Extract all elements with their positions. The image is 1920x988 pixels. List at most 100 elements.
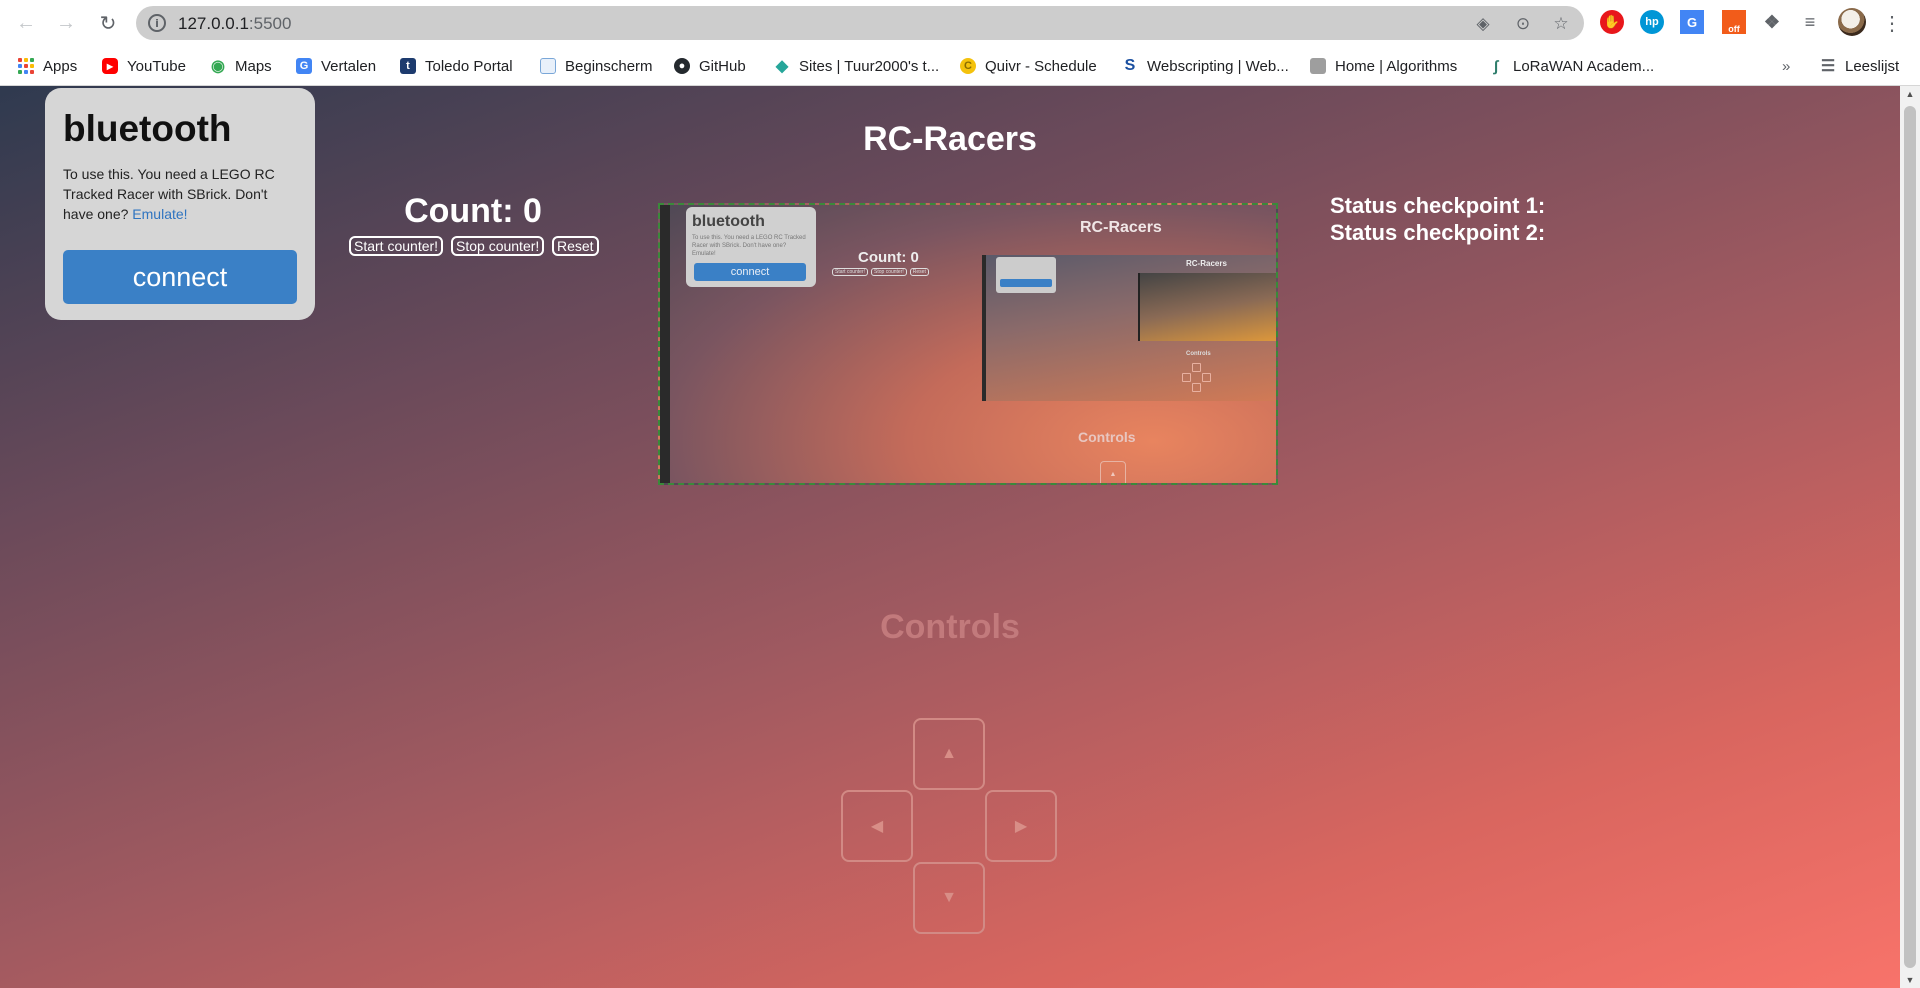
bookmarks-overflow-button[interactable]: » xyxy=(1782,54,1790,78)
reading-list-icon: ☰ xyxy=(1820,58,1836,75)
quivr-icon: C xyxy=(960,58,976,74)
count-display: Count: 0 xyxy=(404,192,542,230)
media-queue-icon[interactable]: ≡ xyxy=(1798,10,1822,34)
maps-pin-icon: ◉ xyxy=(211,58,225,75)
github-icon: ● xyxy=(674,58,690,74)
sites-icon: ◆ xyxy=(775,58,789,75)
bookmark-sites[interactable]: ◆ Sites | Tuur2000's t... xyxy=(774,54,939,78)
right-arrow-button[interactable]: ▶ xyxy=(985,790,1057,862)
extension-off-icon[interactable]: off xyxy=(1722,10,1746,34)
bookmark-label: LoRaWAN Academ... xyxy=(1513,57,1655,75)
bookmark-label: Quivr - Schedule xyxy=(985,57,1097,75)
feed-reset-button: Reset xyxy=(909,268,929,276)
bookmark-label: Beginscherm xyxy=(565,57,653,75)
bookmark-quivr[interactable]: C Quivr - Schedule xyxy=(960,54,1097,78)
status-checkpoint-2: Status checkpoint 2: xyxy=(1330,220,1546,245)
star-icon[interactable]: ☆ xyxy=(1550,13,1572,35)
camera-feed: bluetooth To use this. You need a LEGO R… xyxy=(658,203,1278,485)
feed-start-button: Start counter! xyxy=(832,268,869,276)
bookmark-github[interactable]: ● GitHub xyxy=(674,54,746,78)
feed-bluetooth-card: bluetooth To use this. You need a LEGO R… xyxy=(686,207,816,287)
bookmark-apps[interactable]: Apps xyxy=(18,54,77,78)
scrollbar-thumb[interactable] xyxy=(1904,106,1916,968)
bookmark-maps[interactable]: ◉ Maps xyxy=(210,54,272,78)
feed-card-heading: bluetooth xyxy=(692,213,765,230)
bookmark-label: Webscripting | Web... xyxy=(1147,57,1289,75)
bookmark-label: Maps xyxy=(235,57,272,75)
zoom-icon[interactable]: ⊙ xyxy=(1512,13,1534,35)
feed-buttons: Start counter! Stop counter! Reset xyxy=(832,268,929,276)
page-icon xyxy=(540,58,556,74)
scroll-up-icon[interactable]: ▲ xyxy=(1900,86,1920,102)
bookmark-label: Vertalen xyxy=(321,57,377,75)
bookmark-home-algorithms[interactable]: Home | Algorithms xyxy=(1310,54,1457,78)
bookmark-label: Sites | Tuur2000's t... xyxy=(799,57,940,75)
controls-heading: Controls xyxy=(880,608,1020,646)
up-arrow-button[interactable]: ▲ xyxy=(913,718,985,790)
back-arrow-icon[interactable]: ← xyxy=(12,9,40,37)
feed-nested-card xyxy=(996,257,1056,293)
translate-icon: G xyxy=(296,58,312,74)
chevron-double-right-icon: » xyxy=(1782,57,1791,75)
feed-nested-frame: RC-Racers Controls xyxy=(982,255,1276,401)
connect-button[interactable]: connect xyxy=(63,250,297,304)
start-counter-button[interactable]: Start counter! xyxy=(349,236,444,256)
folder-gray-icon xyxy=(1310,58,1326,74)
bluetooth-description: To use this. You need a LEGO RC Tracked … xyxy=(63,164,297,224)
bookmark-vertalen[interactable]: G Vertalen xyxy=(296,54,376,78)
feed-count: Count: 0 xyxy=(858,249,919,266)
address-bar[interactable]: i 127.0.0.1:5500 ◈ ⊙ ☆ xyxy=(136,6,1584,40)
forward-arrow-icon[interactable]: → xyxy=(52,9,80,37)
puzzle-extensions-icon[interactable]: ❖ xyxy=(1760,10,1784,34)
profile-avatar[interactable] xyxy=(1838,8,1866,36)
feed-card-text: To use this. You need a LEGO RC Tracked … xyxy=(692,235,806,257)
feed-title: RC-Racers xyxy=(1080,219,1162,236)
bookmarks-bar: Apps ▶ YouTube ◉ Maps G Vertalen t Toled… xyxy=(0,46,1920,86)
bookmark-webscripting[interactable]: S Webscripting | Web... xyxy=(1122,54,1289,78)
down-arrow-button[interactable]: ▼ xyxy=(913,862,985,934)
feed-nested-controls: Controls xyxy=(1186,351,1211,357)
feed-stop-button: Stop counter! xyxy=(871,268,907,276)
url-text[interactable]: 127.0.0.1:5500 xyxy=(178,14,291,34)
reading-list-button[interactable]: ☰ Leeslijst xyxy=(1820,54,1899,78)
webscripting-icon: S xyxy=(1124,57,1136,74)
toledo-icon: t xyxy=(400,58,416,74)
bookmark-label: YouTube xyxy=(127,57,186,75)
feed-up-key: ▲ xyxy=(1100,461,1126,483)
bookmark-lorawan[interactable]: ∫ LoRaWAN Academ... xyxy=(1488,54,1654,78)
lorawan-icon: ∫ xyxy=(1493,57,1499,75)
hp-icon[interactable]: hp xyxy=(1640,10,1664,34)
bookmark-label: Toledo Portal xyxy=(425,57,513,75)
feed-nested-dpad xyxy=(1182,363,1212,393)
bookmark-label: Apps xyxy=(43,57,78,75)
translate-icon[interactable]: ◈ xyxy=(1472,13,1494,35)
emulate-link[interactable]: Emulate! xyxy=(132,206,187,222)
bookmark-label: GitHub xyxy=(699,57,746,75)
scroll-down-icon[interactable]: ▼ xyxy=(1900,972,1920,988)
page-title: RC-Racers xyxy=(863,120,1037,158)
browser-toolbar: ← → ↻ i 127.0.0.1:5500 ◈ ⊙ ☆ ✋ hp G off … xyxy=(0,0,1920,46)
bookmark-toledo-portal[interactable]: t Toledo Portal xyxy=(400,54,513,78)
status-checkpoint-1: Status checkpoint 1: xyxy=(1330,193,1546,218)
kebab-menu-icon[interactable]: ⋮ xyxy=(1882,10,1902,36)
bookmark-beginscherm[interactable]: Beginscherm xyxy=(540,54,653,78)
extension-off-badge: off xyxy=(1728,24,1740,34)
bookmark-youtube[interactable]: ▶ YouTube xyxy=(102,54,186,78)
adblock-icon[interactable]: ✋ xyxy=(1600,10,1624,34)
info-icon[interactable]: i xyxy=(148,14,166,32)
reading-list-label: Leeslijst xyxy=(1845,57,1900,75)
reload-icon[interactable]: ↻ xyxy=(94,9,122,37)
youtube-icon: ▶ xyxy=(102,58,118,74)
left-arrow-button[interactable]: ◀ xyxy=(841,790,913,862)
apps-grid-icon xyxy=(18,58,34,74)
stop-counter-button[interactable]: Stop counter! xyxy=(451,236,545,256)
google-translate-extension-icon[interactable]: G xyxy=(1680,10,1704,34)
vertical-scrollbar[interactable]: ▲ ▼ xyxy=(1900,86,1920,988)
feed-card-button: connect xyxy=(694,263,806,281)
reset-button[interactable]: Reset xyxy=(552,236,599,256)
feed-controls-label: Controls xyxy=(1078,429,1136,445)
feed-frame-edge xyxy=(660,205,670,483)
feed-dpad: ▲ ◀ ▶ ▼ xyxy=(1070,461,1154,483)
feed-nested-frame-2 xyxy=(1138,273,1276,341)
feed-nested-title: RC-Racers xyxy=(1186,259,1227,268)
